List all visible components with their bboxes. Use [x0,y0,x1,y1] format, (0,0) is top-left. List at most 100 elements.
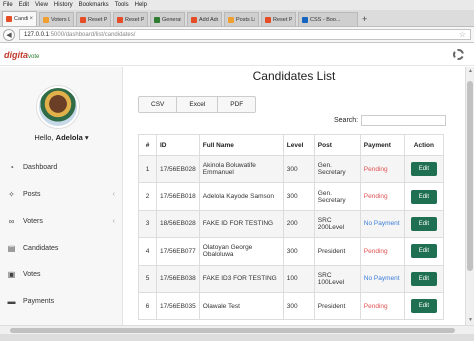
menu-edit[interactable]: Edit [19,2,29,8]
vertical-scrollbar[interactable]: ▲ ▼ [465,67,474,325]
horizontal-scrollbar[interactable] [0,325,474,334]
row-number: 6 [138,291,157,321]
search-input[interactable] [361,115,447,126]
browser-tabbar: Candi...× Voters Lis... Reset Pas... Res… [0,10,474,27]
browser-tab[interactable]: CSS - Boo... [298,12,358,26]
sidebar-item-votes[interactable]: ▣ Votes [7,267,119,281]
payment-status: Pending [359,291,405,321]
edit-button[interactable]: Edit [410,299,438,314]
candidate-post: Gen. Secretary [313,182,361,211]
edit-button[interactable]: Edit [410,189,438,204]
search-label: Search: [334,117,359,124]
menu-help[interactable]: Help [135,2,147,8]
menu-bookmarks[interactable]: Bookmarks [79,2,109,8]
sidebar-item-posts[interactable]: ✧ Posts ‹ [7,187,119,201]
candidate-level: 300 [282,154,315,184]
browser-tab[interactable]: Posts List... [224,12,259,26]
table-row: 4 17/56EB077 Olatoyan George Obaloluwa 3… [138,237,445,266]
column-header[interactable]: ID [156,134,200,156]
scrollbar-thumb[interactable] [467,81,473,271]
candidate-name: Adelola Kayode Samson [198,182,284,211]
payment-status: Pending [359,237,405,266]
row-number: 3 [138,209,157,239]
edit-button[interactable]: Edit [410,271,438,286]
browser-tab[interactable]: Reset Pas... [113,12,148,26]
scroll-down-icon[interactable]: ▼ [466,316,474,325]
payment-status: No Payment [359,264,405,293]
browser-tab[interactable]: Generate ... [150,12,185,26]
candidate-level: 300 [282,291,315,321]
pin-icon: ✧ [8,189,15,199]
browser-menubar: File Edit View History Bookmarks Tools H… [0,0,474,10]
row-number: 2 [138,182,157,211]
column-header[interactable]: Action [403,134,445,156]
row-number: 4 [138,237,157,266]
browser-tab[interactable]: Candi...× [2,11,37,26]
column-header[interactable]: # [138,134,157,156]
table-header-row: # ID Full Name Level Post Payment Action [138,134,445,156]
url-field[interactable]: 127.0.0.1:5000/dashboard/list/candidates… [19,29,471,40]
excel-button[interactable]: Excel [177,97,219,112]
table-row: 1 17/56EB028 Akinola Boluwatife Emmanuel… [138,154,445,184]
candidate-name: Olatoyan George Obaloluwa [198,237,284,266]
user-greeting[interactable]: Hello, Adelola ▾ [0,133,123,142]
export-buttons: CSV Excel PDF [138,96,257,113]
payment-status: Pending [359,182,405,211]
column-header[interactable]: Level [282,134,315,156]
menu-history[interactable]: History [54,2,73,8]
column-header[interactable]: Payment [359,134,405,156]
bookmark-star-icon[interactable]: ☆ [459,30,466,39]
candidate-id: 17/56EB018 [156,182,200,211]
table-row: 3 18/56EB028 FAKE ID FOR TESTING 200 SRC… [138,209,445,239]
column-header[interactable]: Post [313,134,361,156]
table-row: 5 17/56EB038 FAKE ID3 FOR TESTING 100 SR… [138,264,445,293]
menu-view[interactable]: View [35,2,48,8]
users-icon: ∞ [8,216,15,226]
favicon-icon [228,16,234,23]
sidebar-item-voters[interactable]: ∞ Voters ‹ [7,214,119,228]
sidebar-item-payments[interactable]: ▬ Payments [7,294,119,308]
candidate-level: 200 [282,209,315,239]
candidate-id: 17/56EB028 [156,154,200,184]
column-header[interactable]: Full Name [198,134,284,156]
candidate-level: 300 [282,237,315,266]
scrollbar-thumb[interactable] [10,328,455,333]
favicon-icon [265,16,271,23]
edit-button[interactable]: Edit [410,162,438,177]
page-title: Candidates List [252,69,336,83]
caret-down-icon: ▾ [84,133,89,142]
new-tab-icon[interactable]: + [362,14,367,24]
main-content: Candidates List CSV Excel PDF Search: # … [124,67,464,325]
edit-button[interactable]: Edit [410,216,438,231]
csv-button[interactable]: CSV [139,97,178,112]
scroll-up-icon[interactable]: ▲ [466,67,474,76]
chevron-left-icon: ‹ [112,190,115,198]
browser-tab[interactable]: Reset Pas... [76,12,111,26]
candidate-id: 18/56EB028 [156,209,200,239]
edit-button[interactable]: Edit [410,244,438,259]
payment-status: No Payment [359,209,405,239]
back-icon[interactable]: ◀ [3,28,15,41]
gear-icon[interactable] [453,49,464,60]
app-header: digitavote [0,44,474,66]
address-bar: ◀ 127.0.0.1:5000/dashboard/list/candidat… [0,27,474,43]
browser-tab[interactable]: Reset Pas... [261,12,296,26]
favicon-icon [302,16,308,23]
close-icon[interactable]: × [29,16,33,22]
logo[interactable]: digitavote [4,50,39,60]
favicon-icon [117,16,123,23]
candidate-post: President [313,291,361,321]
candidate-name: Akinola Boluwatife Emmanuel [198,154,284,184]
browser-tab[interactable]: Add Adm... [187,12,222,26]
favicon-icon [80,16,86,23]
ballot-icon: ▣ [7,269,16,279]
row-number: 1 [138,154,157,184]
menu-tools[interactable]: Tools [115,2,129,8]
browser-tab[interactable]: Voters Lis... [39,12,74,26]
menu-file[interactable]: File [3,2,13,8]
favicon-icon [6,16,12,22]
sidebar-item-dashboard[interactable]: ◔ Dashboard [7,160,119,174]
pdf-button[interactable]: PDF [218,97,255,112]
row-number: 5 [138,264,157,293]
sidebar-item-candidates[interactable]: ▤ Candidates [7,241,119,255]
